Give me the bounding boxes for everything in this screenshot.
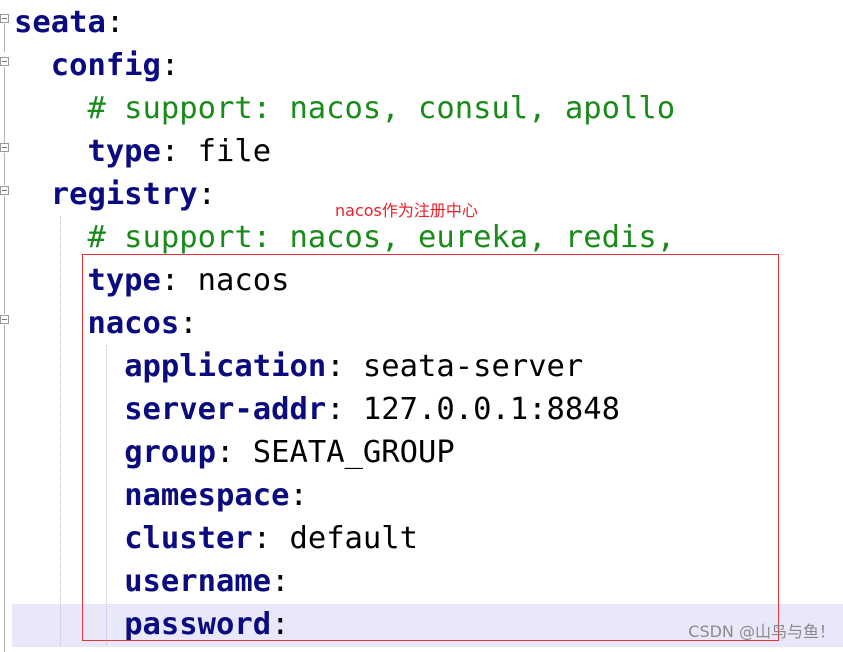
fold-toggle-type[interactable] <box>0 143 9 152</box>
fold-line <box>4 153 5 185</box>
yaml-comment: # support: nacos, eureka, redis, <box>87 220 676 255</box>
code-line[interactable]: config: <box>14 44 180 87</box>
code-editor[interactable]: seata: config: # support: nacos, consul,… <box>0 0 843 652</box>
code-line[interactable]: seata: <box>14 1 124 44</box>
fold-toggle-registry[interactable] <box>0 186 9 195</box>
code-line[interactable]: # support: nacos, consul, apollo <box>14 87 675 130</box>
yaml-colon: : <box>197 177 217 212</box>
yaml-colon: : <box>160 134 180 169</box>
yaml-key: config <box>50 48 161 83</box>
yaml-key: seata <box>14 5 106 40</box>
yaml-key: type <box>87 134 161 169</box>
fold-line <box>4 196 5 314</box>
code-line[interactable]: registry: <box>14 173 216 216</box>
yaml-colon: : <box>160 48 180 83</box>
fold-toggle-config[interactable] <box>0 57 9 66</box>
yaml-colon: : <box>105 5 125 40</box>
fold-toggle-seata[interactable] <box>0 14 9 23</box>
yaml-key: registry <box>50 177 198 212</box>
annotation-label: nacos作为注册中心 <box>335 201 478 220</box>
code-line[interactable]: type: file <box>14 130 271 173</box>
fold-line <box>4 67 5 143</box>
fold-gutter <box>0 0 12 652</box>
fold-toggle-nacos[interactable] <box>0 315 9 324</box>
annotation-highlight-box <box>82 254 779 641</box>
yaml-comment: # support: nacos, consul, apollo <box>87 91 676 126</box>
watermark: CSDN @山鸟与鱼！ <box>688 622 835 641</box>
fold-line <box>4 325 5 652</box>
fold-line <box>4 24 5 52</box>
yaml-value: file <box>179 134 272 169</box>
